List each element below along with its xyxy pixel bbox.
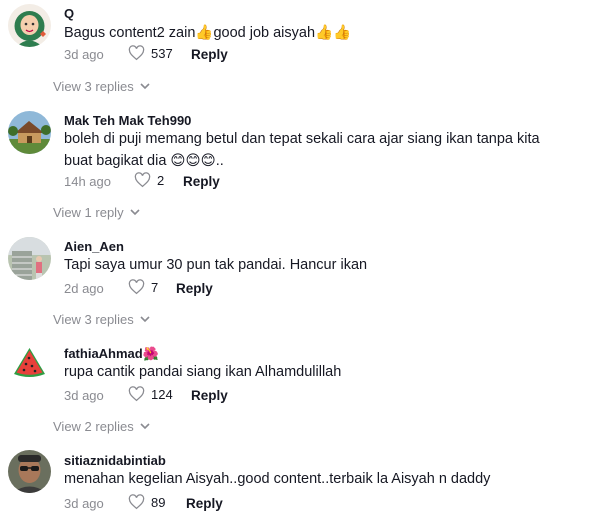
comment-username[interactable]: Aien_Aen <box>64 239 124 254</box>
comment-username[interactable]: sitiaznidabintiab <box>64 453 166 468</box>
heart-icon <box>134 172 151 188</box>
chevron-down-icon <box>130 209 140 216</box>
man-sunglasses-avatar-icon[interactable] <box>8 450 51 493</box>
hijab-woman-avatar-icon[interactable] <box>8 4 51 47</box>
like-count: 124 <box>151 386 173 402</box>
view-replies-button[interactable]: View 3 replies <box>53 79 150 94</box>
comment-username[interactable]: Q <box>64 6 74 21</box>
comment-time: 14h ago <box>64 174 111 189</box>
like-count: 7 <box>151 279 159 295</box>
view-replies-button[interactable]: View 2 replies <box>53 419 150 434</box>
view-replies-label: View 3 replies <box>53 79 134 94</box>
like-count: 537 <box>151 45 173 61</box>
chevron-down-icon <box>140 423 150 430</box>
comment-time: 2d ago <box>64 281 104 296</box>
comment-text: menahan kegelian Aisyah..good content..t… <box>64 471 491 487</box>
heart-icon <box>128 494 145 510</box>
heart-icon <box>128 279 145 295</box>
reply-button[interactable]: Reply <box>183 174 220 189</box>
watermelon-avatar-icon[interactable] <box>8 342 51 385</box>
heart-icon <box>128 45 145 61</box>
view-replies-label: View 1 reply <box>53 205 124 220</box>
like-count: 2 <box>157 172 165 188</box>
like-button[interactable]: 89 <box>128 494 165 510</box>
comment-text: rupa cantik pandai siang ikan Alhamdulil… <box>64 364 342 380</box>
like-button[interactable]: 537 <box>128 45 173 61</box>
comment-time: 3d ago <box>64 47 104 62</box>
like-count: 89 <box>151 494 166 510</box>
comment-text: boleh di puji memang betul dan tepat sek… <box>64 131 540 169</box>
chevron-down-icon <box>140 83 150 90</box>
comment-text: Bagus content2 zain👍good job aisyah👍👍 <box>64 25 352 41</box>
view-replies-button[interactable]: View 3 replies <box>53 312 150 327</box>
view-replies-button[interactable]: View 1 reply <box>53 205 140 220</box>
comment-time: 3d ago <box>64 388 104 403</box>
view-replies-label: View 3 replies <box>53 312 134 327</box>
comment-text: Tapi saya umur 30 pun tak pandai. Hancur… <box>64 257 368 273</box>
house-avatar-icon[interactable] <box>8 111 51 154</box>
reply-button[interactable]: Reply <box>176 281 213 296</box>
like-button[interactable]: 2 <box>134 172 164 188</box>
like-button[interactable]: 7 <box>128 279 158 295</box>
reply-button[interactable]: Reply <box>191 388 228 403</box>
heart-icon <box>128 386 145 402</box>
chevron-down-icon <box>140 316 150 323</box>
view-replies-label: View 2 replies <box>53 419 134 434</box>
comment-username[interactable]: Mak Teh Mak Teh990 <box>64 113 191 128</box>
reply-button[interactable]: Reply <box>191 47 228 62</box>
outdoor-stairs-avatar-icon[interactable] <box>8 237 51 280</box>
like-button[interactable]: 124 <box>128 386 173 402</box>
comment-username[interactable]: fathiaAhmad🌺 <box>64 346 159 362</box>
